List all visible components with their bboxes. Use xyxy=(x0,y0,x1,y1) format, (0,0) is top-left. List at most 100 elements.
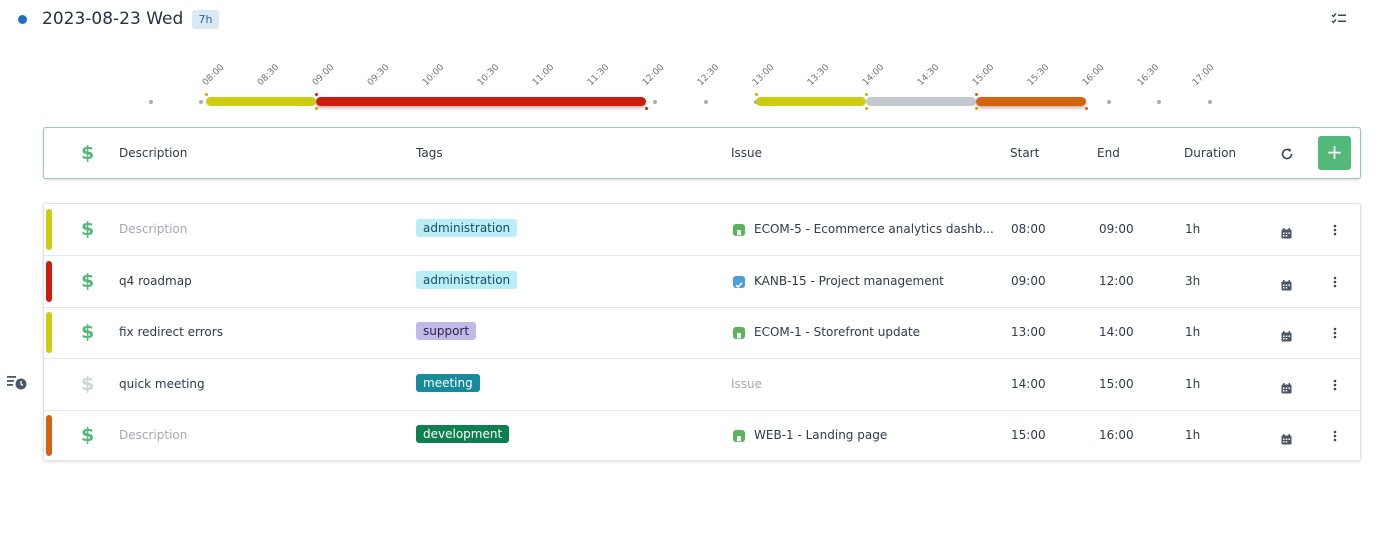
timeline-segment[interactable] xyxy=(976,97,1086,106)
time-entry-row[interactable]: $ quick meeting meeting Issue 14:00 15:00 1h xyxy=(44,359,1360,411)
entry-tag[interactable]: administration xyxy=(416,270,518,289)
timeline-segment-handle[interactable] xyxy=(975,93,978,96)
entry-tag[interactable]: administration xyxy=(416,219,518,237)
entry-start[interactable]: 15:00 xyxy=(1011,410,1046,461)
calendar-icon[interactable] xyxy=(1281,224,1292,239)
timeline-segment-handle[interactable] xyxy=(755,93,758,96)
billable-dollar-icon[interactable]: $ xyxy=(81,307,94,358)
story-icon xyxy=(733,327,745,339)
more-options-icon[interactable] xyxy=(1333,325,1337,339)
timeline-tick-label: 15:00 xyxy=(970,62,997,88)
entry-issue[interactable]: Issue xyxy=(731,359,762,410)
refresh-icon[interactable] xyxy=(1280,146,1294,160)
billable-dollar-icon[interactable]: $ xyxy=(81,256,94,307)
entry-issue[interactable]: WEB-1 - Landing page xyxy=(754,410,887,461)
timeline-tick-label: 15:30 xyxy=(1025,62,1052,88)
timeline-tick-label: 09:00 xyxy=(310,62,337,88)
time-entry-row[interactable]: $ Description administration ECOM-5 - Ecomm… xyxy=(44,204,1360,256)
entry-start[interactable]: 14:00 xyxy=(1011,359,1046,410)
timeline-segment-handle[interactable] xyxy=(645,107,648,110)
entry-tag[interactable]: meeting xyxy=(416,373,480,392)
timeline-segment-handle[interactable] xyxy=(315,107,318,110)
entry-issue[interactable]: KANB-15 - Project management xyxy=(754,256,944,307)
total-duration-badge: 7h xyxy=(192,10,219,29)
entry-issue[interactable]: ECOM-5 - Ecommerce analytics dashb... xyxy=(754,204,994,255)
entry-color-bar xyxy=(46,260,52,302)
timeline-empty-dot xyxy=(1207,100,1212,104)
timeline-segment-handle[interactable] xyxy=(205,93,208,96)
billable-dollar-icon[interactable]: $ xyxy=(81,359,94,410)
timeline-empty-dot xyxy=(1157,100,1162,104)
billable-dollar-icon[interactable]: $ xyxy=(81,410,94,461)
timeline-empty-dot xyxy=(653,100,658,104)
entry-description[interactable]: Description xyxy=(119,204,187,255)
entry-start[interactable]: 09:00 xyxy=(1011,256,1046,307)
entry-duration[interactable]: 1h xyxy=(1185,359,1200,410)
entry-end[interactable]: 09:00 xyxy=(1099,204,1134,255)
calendar-icon[interactable] xyxy=(1281,327,1292,342)
entry-issue[interactable]: ECOM-1 - Storefront update xyxy=(754,307,920,358)
entry-duration[interactable]: 3h xyxy=(1185,256,1200,307)
entry-end[interactable]: 16:00 xyxy=(1099,410,1134,461)
timeline-tick-label: 13:30 xyxy=(805,62,832,88)
entry-header-row: $ Description Tags Issue Start End Durat… xyxy=(43,127,1361,179)
timeline-segment-handle[interactable] xyxy=(315,93,318,96)
timeline-segment[interactable] xyxy=(866,97,976,106)
timeline-empty-dot xyxy=(1106,100,1111,104)
timeline-tick-label: 17:00 xyxy=(1190,62,1217,88)
timeline-segment-handle[interactable] xyxy=(1085,107,1088,110)
entry-start[interactable]: 13:00 xyxy=(1011,307,1046,358)
story-icon xyxy=(733,224,745,236)
calendar-icon[interactable] xyxy=(1281,430,1292,445)
time-entry-list: $ Description administration ECOM-5 - Ecomm… xyxy=(43,203,1361,461)
timeline-tick-label: 13:00 xyxy=(750,62,777,88)
more-options-icon[interactable] xyxy=(1333,222,1337,236)
entry-duration[interactable]: 1h xyxy=(1185,204,1200,255)
more-options-icon[interactable] xyxy=(1333,377,1337,391)
entry-description[interactable]: quick meeting xyxy=(119,359,205,410)
timeline-segment-handle[interactable] xyxy=(975,107,978,110)
timeline-segment[interactable] xyxy=(756,97,866,106)
timeline-segment-handle[interactable] xyxy=(865,107,868,110)
timeline-tick-label: 09:30 xyxy=(365,62,392,88)
add-entry-button[interactable]: + xyxy=(1318,136,1351,170)
timeline-tick-label: 12:00 xyxy=(640,62,667,88)
timeline-segment[interactable] xyxy=(206,97,316,106)
timeline-tick-label: 16:30 xyxy=(1135,62,1162,88)
more-options-icon[interactable] xyxy=(1333,274,1337,288)
entry-duration[interactable]: 1h xyxy=(1185,410,1200,461)
timeline-empty-dot xyxy=(149,100,153,104)
entry-end[interactable]: 15:00 xyxy=(1099,359,1134,410)
calendar-icon[interactable] xyxy=(1281,276,1292,290)
entry-end[interactable]: 14:00 xyxy=(1099,307,1134,358)
timeline-tick-label: 12:30 xyxy=(695,62,722,88)
timeline-empty-dot xyxy=(199,100,204,104)
entry-description[interactable]: fix redirect errors xyxy=(119,307,223,358)
scheduled-list-icon[interactable] xyxy=(6,373,28,391)
entry-start[interactable]: 08:00 xyxy=(1011,204,1046,255)
time-entry-row[interactable]: $ Description development WEB-1 - Landing p… xyxy=(44,410,1360,461)
date-title: 2023-08-23 Wed xyxy=(42,9,184,29)
column-start: Start xyxy=(1010,146,1040,160)
timeline-tick-label: 10:00 xyxy=(420,62,447,88)
entry-tag[interactable]: development xyxy=(416,425,510,443)
timeline-tick-label: 08:30 xyxy=(255,62,282,88)
entry-tag[interactable]: support xyxy=(416,322,477,340)
column-issue: Issue xyxy=(731,146,763,160)
timeline-tick-label: 16:00 xyxy=(1080,62,1107,88)
time-entry-row[interactable]: $ q4 roadmap administration KANB-15 - Proje… xyxy=(44,256,1360,308)
timeline-segment[interactable] xyxy=(316,97,646,106)
timeline-tick-label: 11:30 xyxy=(585,62,612,88)
checklist-icon[interactable] xyxy=(1330,10,1348,28)
entry-end[interactable]: 12:00 xyxy=(1099,256,1134,307)
timeline-tick-label: 14:00 xyxy=(860,62,887,88)
time-entry-row[interactable]: $ fix redirect errors support ECOM-1 - Stor… xyxy=(44,307,1360,359)
more-options-icon[interactable] xyxy=(1333,428,1337,442)
calendar-icon[interactable] xyxy=(1281,379,1292,393)
entry-description[interactable]: Description xyxy=(119,410,187,461)
billable-dollar-icon[interactable]: $ xyxy=(81,204,94,255)
timeline-segment-handle[interactable] xyxy=(865,93,868,96)
billable-dollar-icon[interactable]: $ xyxy=(81,128,94,179)
entry-duration[interactable]: 1h xyxy=(1185,307,1200,358)
entry-description[interactable]: q4 roadmap xyxy=(119,256,192,307)
